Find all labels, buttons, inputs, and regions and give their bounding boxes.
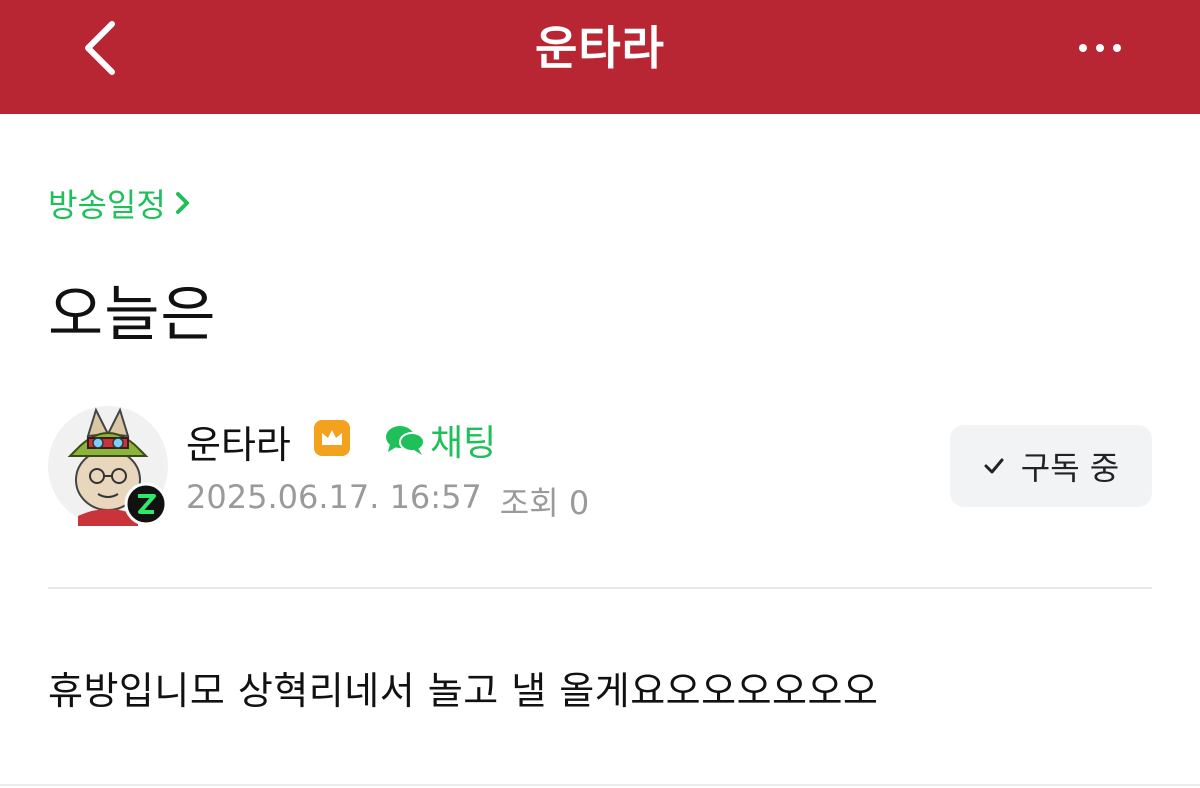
more-horizontal-icon (1079, 44, 1087, 52)
author-name[interactable]: 운타라 (186, 414, 291, 469)
subscribe-button[interactable]: 구독 중 (950, 425, 1152, 507)
app-title: 운타라 (535, 21, 665, 75)
check-icon (984, 458, 1004, 474)
divider (48, 587, 1152, 589)
post-meta: 2025.06.17. 16:57 조회 0 (186, 478, 589, 524)
more-dot (1096, 44, 1104, 52)
bottom-divider (0, 784, 1200, 786)
more-dot (1113, 44, 1121, 52)
category-link[interactable]: 방송일정 (48, 180, 192, 226)
post-body: 휴방입니모 상혁리네서 놀고 낼 올게요오오오오오오 (48, 669, 879, 713)
post-title: 오늘은 (48, 280, 217, 350)
crown-icon (314, 420, 350, 456)
chat-label: 채팅 (430, 423, 497, 464)
post-date: 2025.06.17. 16:57 (186, 478, 482, 516)
chat-link[interactable]: 채팅 (384, 414, 496, 466)
category-label: 방송일정 (48, 186, 166, 224)
more-button[interactable] (1060, 28, 1140, 68)
chevron-right-icon (175, 192, 189, 214)
view-count: 조회 0 (499, 484, 590, 522)
avatar[interactable] (48, 406, 168, 526)
top-app-bar: 운타라 (0, 0, 1200, 114)
verified-badge-icon (124, 482, 168, 526)
chat-bubbles-icon (386, 426, 425, 455)
subscribe-label: 구독 중 (1020, 449, 1120, 487)
